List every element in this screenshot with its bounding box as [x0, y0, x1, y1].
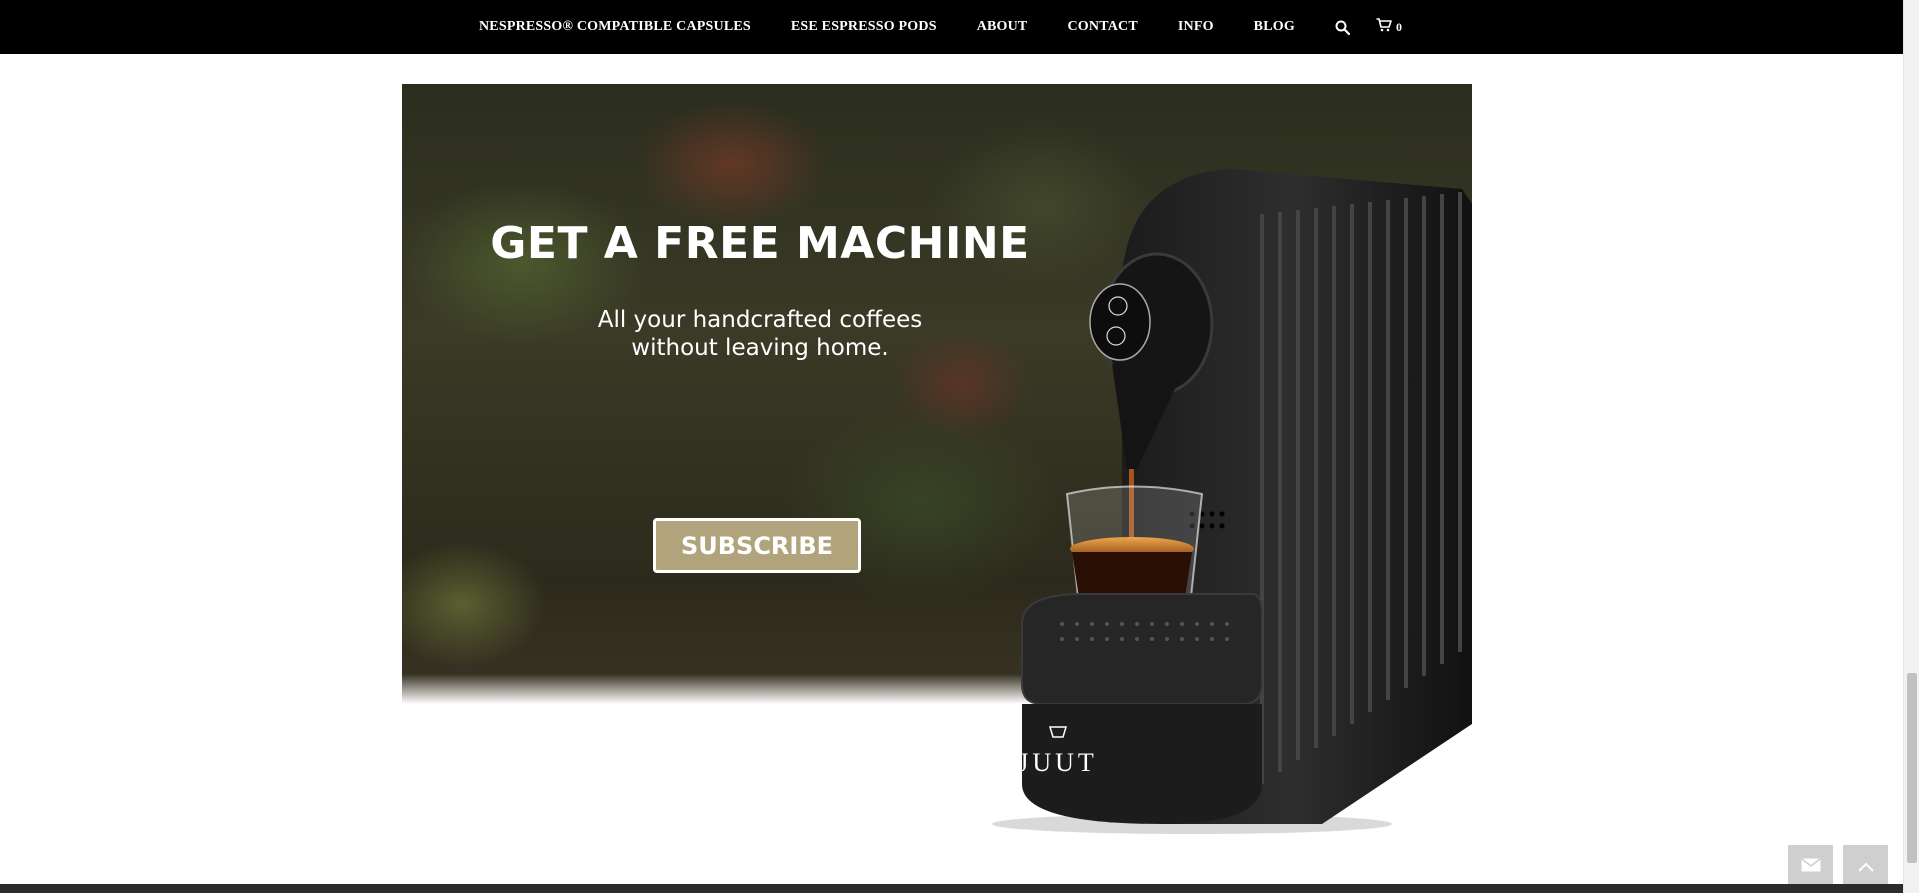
nav-item-ese-espresso-pods[interactable]: ESE ESPRESSO PODS [791, 19, 937, 35]
footer-strip [0, 884, 1903, 893]
nav-item-info[interactable]: INFO [1178, 19, 1214, 35]
nav-item-contact[interactable]: CONTACT [1067, 19, 1137, 35]
search-icon[interactable] [1335, 20, 1350, 35]
cart-button[interactable]: 0 [1376, 18, 1402, 36]
cart-icon [1376, 18, 1392, 36]
free-machine-promo: GET A FREE MACHINE All your handcrafted … [402, 84, 1472, 834]
coffee-machine-image: JUUT [992, 169, 1472, 834]
machine-brand-logo: JUUT [1018, 748, 1098, 777]
subscribe-button[interactable]: SUBSCRIBE [653, 518, 861, 573]
main-nav: NESPRESSO® COMPATIBLE CAPSULES ESE ESPRE… [479, 0, 1402, 54]
cart-count: 0 [1395, 19, 1402, 34]
promo-subline: All your handcrafted coffees without lea… [597, 307, 923, 361]
envelope-icon [1800, 857, 1821, 877]
nav-item-nespresso-compatible-capsules[interactable]: NESPRESSO® COMPATIBLE CAPSULES [479, 19, 751, 35]
top-navigation-bar: NESPRESSO® COMPATIBLE CAPSULES ESE ESPRE… [0, 0, 1903, 54]
nav-item-blog[interactable]: BLOG [1254, 19, 1295, 35]
page-scrollbar[interactable] [1903, 0, 1919, 893]
nav-item-about[interactable]: ABOUT [977, 19, 1028, 35]
chevron-up-icon [1857, 859, 1874, 877]
scrollbar-thumb[interactable] [1907, 673, 1917, 863]
